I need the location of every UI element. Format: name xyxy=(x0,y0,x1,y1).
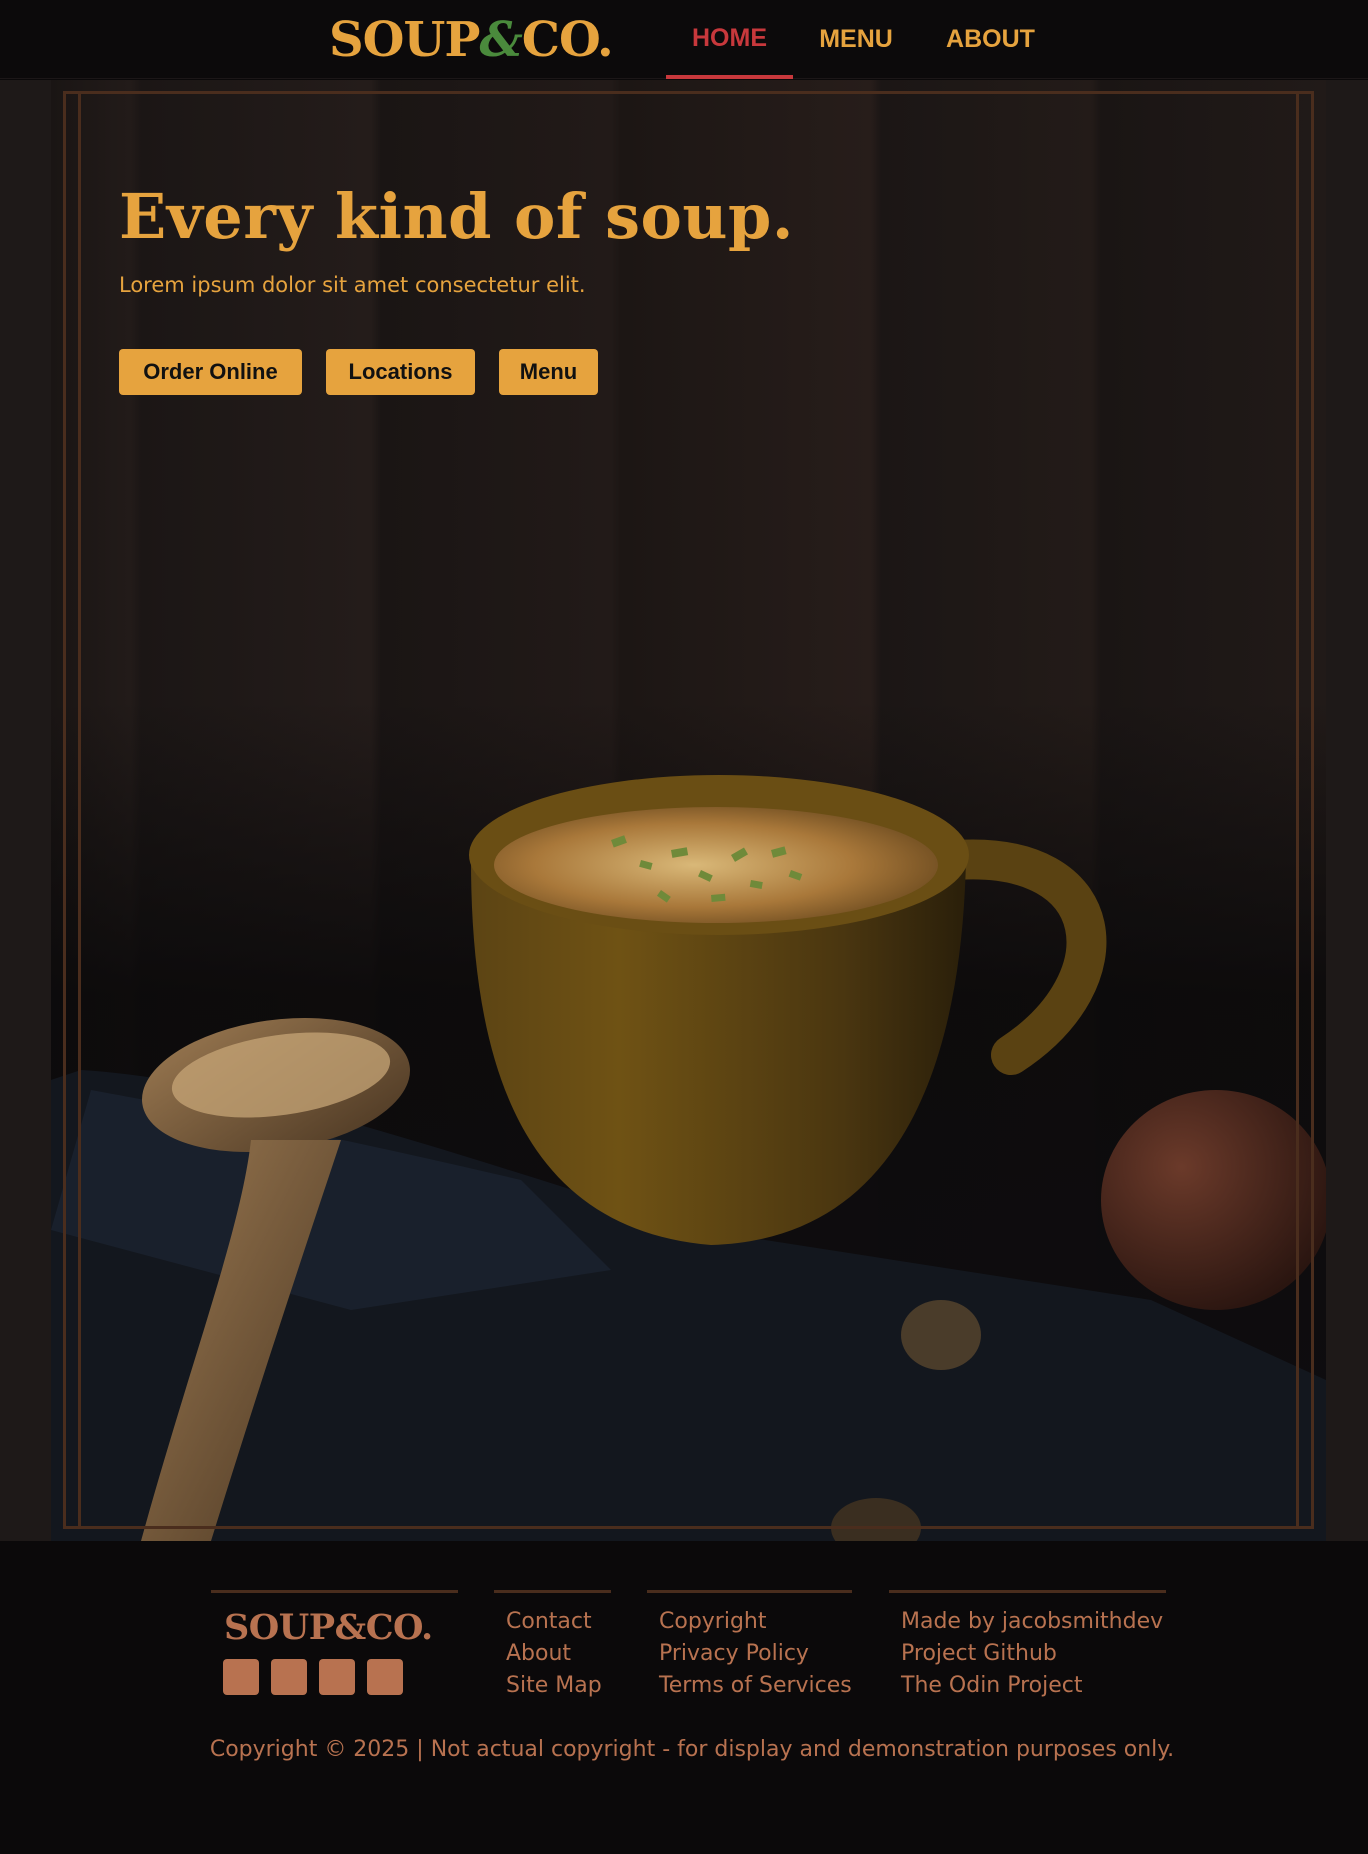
hero-subtitle: Lorem ipsum dolor sit amet consectetur e… xyxy=(119,273,586,297)
footer-link-contact[interactable]: Contact xyxy=(506,1606,602,1638)
social-icon[interactable] xyxy=(319,1659,355,1695)
site-logo[interactable]: SOUP&CO. xyxy=(329,10,614,70)
footer-logo[interactable]: SOUP&CO. xyxy=(224,1607,433,1648)
soup-photo xyxy=(51,775,1326,1541)
social-icon[interactable] xyxy=(367,1659,403,1695)
footer-links-credits: Made by jacobsmithdev Project Github The… xyxy=(901,1606,1163,1702)
nav-home[interactable]: HOME xyxy=(666,0,793,79)
menu-button[interactable]: Menu xyxy=(499,349,598,395)
footer-link-privacy[interactable]: Privacy Policy xyxy=(659,1638,852,1670)
hero-title: Every kind of soup. xyxy=(119,180,794,253)
footer-divider xyxy=(889,1590,1166,1593)
copyright-notice: Copyright © 2025 | Not actual copyright … xyxy=(209,1737,1175,1762)
footer-link-about[interactable]: About xyxy=(506,1638,602,1670)
site-header: SOUP&CO. HOME MENU ABOUT xyxy=(0,0,1368,79)
footer-link-copyright[interactable]: Copyright xyxy=(659,1606,852,1638)
footer-link-github[interactable]: Project Github xyxy=(901,1638,1163,1670)
nav-menu[interactable]: MENU xyxy=(807,0,905,79)
locations-button[interactable]: Locations xyxy=(326,349,475,395)
footer-divider xyxy=(647,1590,852,1593)
footer-divider xyxy=(211,1590,458,1593)
social-icon[interactable] xyxy=(223,1659,259,1695)
footer-link-author[interactable]: Made by jacobsmithdev xyxy=(901,1606,1163,1638)
footer-links-site: Contact About Site Map xyxy=(506,1606,602,1702)
nav-about[interactable]: ABOUT xyxy=(935,0,1046,79)
social-icon[interactable] xyxy=(271,1659,307,1695)
footer-link-terms[interactable]: Terms of Services xyxy=(659,1670,852,1702)
footer-links-legal: Copyright Privacy Policy Terms of Servic… xyxy=(659,1606,852,1702)
footer-link-site-map[interactable]: Site Map xyxy=(506,1670,602,1702)
hero-image xyxy=(51,80,1326,1541)
order-online-button[interactable]: Order Online xyxy=(119,349,302,395)
footer-link-odin[interactable]: The Odin Project xyxy=(901,1670,1163,1702)
footer-divider xyxy=(494,1590,611,1593)
